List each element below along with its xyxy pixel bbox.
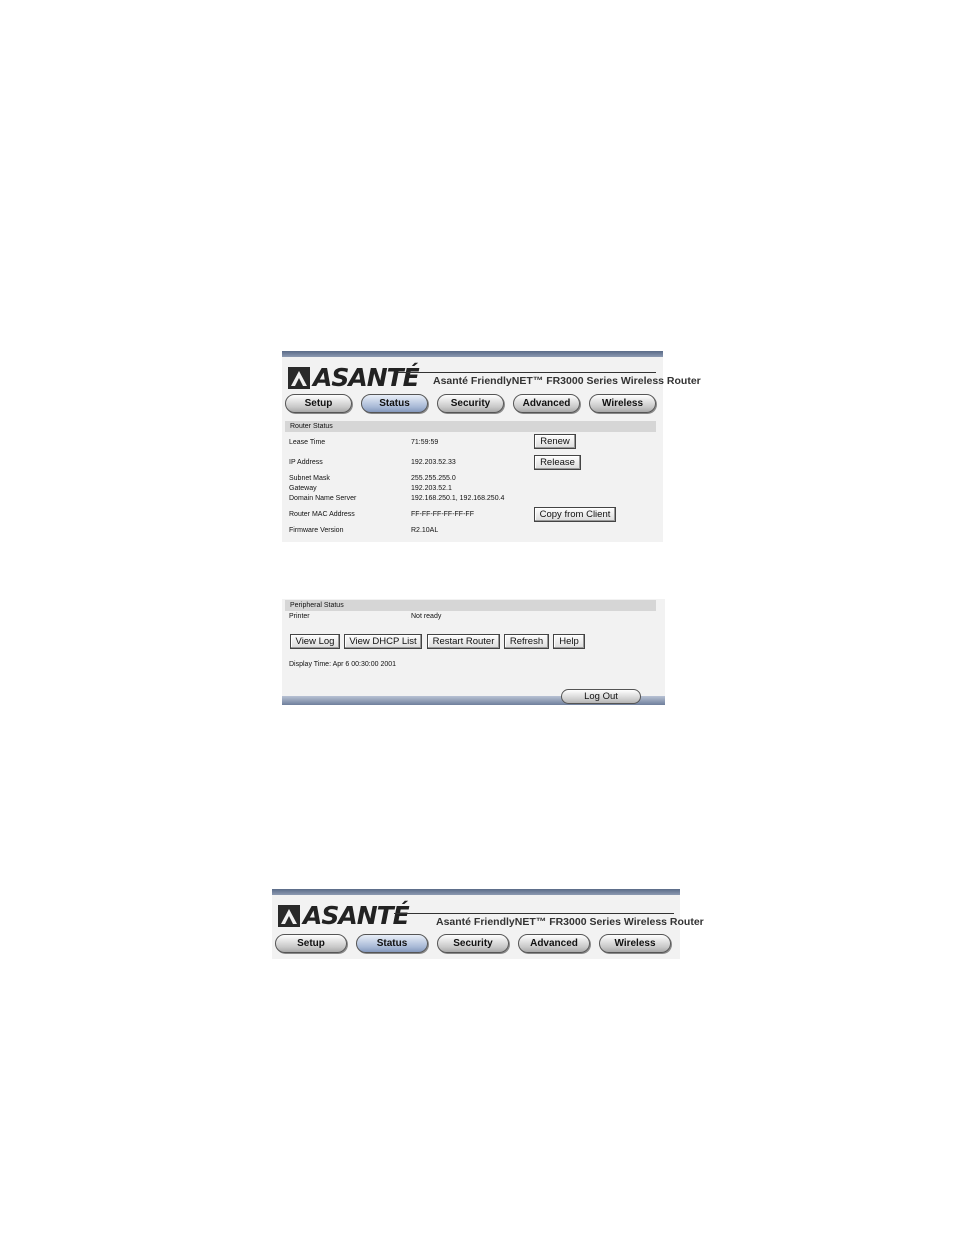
printer-label: Printer — [289, 613, 310, 620]
router-mac-label: Router MAC Address — [289, 511, 355, 518]
subnet-mask-label: Subnet Mask — [289, 475, 330, 482]
router-status-header: Router Status — [285, 421, 656, 432]
subnet-mask-value: 255.255.255.0 — [411, 475, 456, 482]
header-rule — [398, 372, 656, 373]
router-mac-value: FF-FF-FF-FF-FF-FF — [411, 511, 474, 518]
main-nav: Setup Status Security Advanced Wireless — [285, 394, 656, 413]
peripheral-status-panel: Peripheral Status Printer Not ready View… — [282, 599, 665, 705]
ip-address-label: IP Address — [289, 459, 323, 466]
dns-value: 192.168.250.1, 192.168.250.4 — [411, 495, 505, 502]
header-panel: ASANTÉ Asanté FriendlyNET™ FR3000 Series… — [272, 889, 704, 959]
asante-logo: ASANTÉ — [288, 363, 420, 392]
tab-security[interactable]: Security — [437, 934, 509, 953]
tab-advanced[interactable]: Advanced — [513, 394, 580, 413]
tab-security[interactable]: Security — [437, 394, 504, 413]
window-top-bar — [282, 351, 663, 357]
logo-text: ASANTÉ — [313, 363, 420, 392]
tab-setup[interactable]: Setup — [275, 934, 347, 953]
tab-status[interactable]: Status — [356, 934, 428, 953]
lease-time-label: Lease Time — [289, 439, 326, 446]
gateway-value: 192.203.52.1 — [411, 485, 452, 492]
header-rule — [394, 913, 674, 914]
dns-label: Domain Name Server — [289, 495, 357, 502]
tab-setup[interactable]: Setup — [285, 394, 352, 413]
tab-status[interactable]: Status — [361, 394, 428, 413]
window-top-bar — [272, 889, 680, 895]
main-nav: Setup Status Security Advanced Wireless — [275, 934, 671, 953]
view-dhcp-list-button[interactable]: View DHCP List — [344, 634, 422, 649]
asante-logo-icon — [278, 904, 300, 927]
tab-advanced[interactable]: Advanced — [518, 934, 590, 953]
renew-button[interactable]: Renew — [534, 434, 576, 449]
asante-logo-icon — [288, 366, 310, 389]
restart-router-button[interactable]: Restart Router — [427, 634, 500, 649]
router-status-panel: ASANTÉ Asanté FriendlyNET™ FR3000 Series… — [282, 351, 701, 542]
firmware-version-value: R2.10AL — [411, 527, 439, 534]
firmware-version-label: Firmware Version — [289, 527, 344, 534]
asante-logo: ASANTÉ — [278, 901, 410, 930]
peripheral-status-header: Peripheral Status — [285, 600, 656, 611]
display-time: Display Time: Apr 6 00:30:00 2001 — [289, 661, 397, 668]
log-out-button[interactable]: Log Out — [561, 689, 641, 704]
gateway-label: Gateway — [289, 485, 317, 492]
release-button[interactable]: Release — [534, 455, 581, 470]
printer-value: Not ready — [411, 613, 442, 620]
help-button[interactable]: Help — [553, 634, 585, 649]
lease-time-value: 71:59:59 — [411, 439, 439, 446]
product-title: Asanté FriendlyNET™ FR3000 Series Wirele… — [436, 916, 704, 928]
ip-address-value: 192.203.52.33 — [411, 459, 456, 466]
refresh-button[interactable]: Refresh — [504, 634, 549, 649]
tab-wireless[interactable]: Wireless — [599, 934, 671, 953]
product-title: Asanté FriendlyNET™ FR3000 Series Wirele… — [433, 375, 701, 387]
copy-from-client-button[interactable]: Copy from Client — [534, 507, 616, 522]
tab-wireless[interactable]: Wireless — [589, 394, 656, 413]
view-log-button[interactable]: View Log — [290, 634, 340, 649]
logo-text: ASANTÉ — [303, 901, 410, 930]
